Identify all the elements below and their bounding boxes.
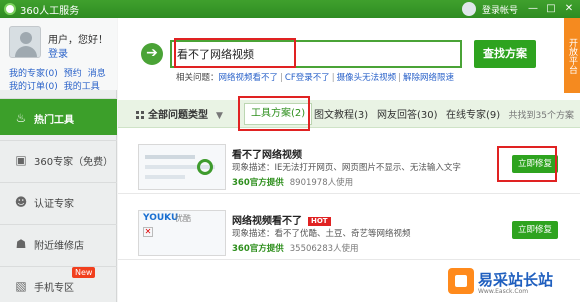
sidebar-item-label: 认证专家: [34, 199, 74, 210]
sidebar-item-label: 手机专区: [34, 283, 74, 294]
store-icon: ☗: [15, 237, 27, 251]
result-title[interactable]: 看不了网络视频: [232, 146, 302, 161]
usage-count: 35506283人使用: [289, 244, 359, 254]
maximize-button[interactable]: □: [544, 2, 558, 16]
results-count: 共找到35个方案: [508, 111, 574, 121]
youku-logo: YOUKU: [143, 213, 179, 223]
app-logo-icon: [4, 3, 16, 15]
new-badge: New: [72, 267, 96, 278]
fix-annotation-box: [497, 146, 557, 182]
watermark-logo-icon: [448, 268, 474, 294]
avatar-body-icon: [15, 46, 37, 57]
tab-bar: 全部问题类型 ▼ 工具方案(2) 图文教程(3) 网友回答(30) 在线专家(9)…: [118, 100, 580, 128]
result-meta: 360官方提供 35506283人使用: [232, 242, 359, 254]
fix-now-button[interactable]: 立即修复: [512, 221, 558, 239]
hot-badge: HOT: [308, 217, 331, 226]
close-button[interactable]: ✕: [562, 2, 576, 16]
sidebar-item-label: 热门工具: [34, 115, 74, 126]
sidebar-item-nearby-repair[interactable]: ☗ 附近维修店: [0, 224, 117, 261]
title-bar: 360人工服务 登录帐号 — □ ✕: [0, 0, 580, 18]
tab-user-answers[interactable]: 网友回答(30): [377, 106, 438, 121]
avatar-head-icon: [20, 32, 32, 44]
user-links-row-1: 我的专家(0) 预约 消息: [9, 66, 112, 79]
search-annotation-box: [174, 38, 296, 68]
watermark-subtext: Www.Easck.Com: [478, 288, 529, 295]
solution-thumbnail: [138, 144, 226, 190]
sidebar-item-certified-expert[interactable]: ☻ 认证专家: [0, 182, 117, 219]
related-link-3[interactable]: 摄像头无法视频: [337, 73, 397, 83]
tab-annotation-box: [238, 96, 310, 131]
fire-icon: ♨: [15, 111, 27, 125]
phone-icon: ▧: [15, 279, 27, 293]
sidebar-item-hot-tools[interactable]: ♨ 热门工具: [0, 98, 117, 135]
sidebar-item-360-expert[interactable]: ▣ 360专家（免费）: [0, 140, 117, 177]
my-experts-link[interactable]: 我的专家(0): [9, 69, 58, 79]
related-link-4[interactable]: 解除网络限速: [403, 73, 454, 83]
messages-link[interactable]: 消息: [88, 69, 106, 79]
list-item: 看不了网络视频 现象描述：IE无法打开网页、网页图片不显示、无法输入文字 360…: [118, 138, 580, 194]
result-description: 现象描述：IE无法打开网页、网页图片不显示、无法输入文字: [232, 163, 461, 173]
login-account-link[interactable]: 登录帐号: [482, 3, 518, 16]
person-icon: ☻: [14, 195, 28, 209]
window-title: 360人工服务: [20, 6, 80, 17]
user-panel: 用户，您好！ 登录 我的专家(0) 预约 消息 我的订单(0) 我的工具: [0, 18, 117, 92]
result-title[interactable]: 网络视频看不了 HOT: [232, 212, 331, 227]
my-orders-link[interactable]: 我的订单(0): [9, 82, 58, 92]
tab-online-experts[interactable]: 在线专家(9): [446, 106, 500, 121]
sidebar-item-mobile-zone[interactable]: ▧ 手机专区 New: [0, 266, 117, 302]
account-avatar-icon[interactable]: [462, 2, 476, 16]
back-arrow-icon[interactable]: ➔: [141, 43, 163, 65]
user-links-row-2: 我的订单(0) 我的工具: [9, 79, 106, 92]
chevron-down-icon: ▼: [216, 111, 223, 121]
open-platform-banner[interactable]: 开放平台: [564, 18, 580, 93]
related-link-2[interactable]: CF登录不了: [285, 73, 330, 83]
solution-thumbnail: YOUKU 优酷 ✕: [138, 210, 226, 256]
avatar[interactable]: [9, 26, 41, 58]
magnifier-icon: [197, 159, 213, 175]
grid-icon: [136, 111, 144, 119]
sidebar: 用户，您好！ 登录 我的专家(0) 预约 消息 我的订单(0) 我的工具 ♨ 热门工具…: [0, 18, 117, 302]
my-tools-link[interactable]: 我的工具: [64, 82, 100, 92]
related-questions: 相关问题：网络视频看不了 | CF登录不了 | 摄像头无法视频 | 解除网络限速: [176, 73, 455, 83]
broken-image-icon: ✕: [143, 227, 153, 237]
related-link-1[interactable]: 网络视频看不了: [219, 73, 279, 83]
sidebar-item-label: 360专家（免费）: [34, 157, 114, 168]
result-meta: 360官方提供 8901978人使用: [232, 176, 353, 188]
related-label: 相关问题：: [176, 73, 219, 83]
sidebar-item-label: 附近维修店: [34, 241, 84, 252]
user-greeting: 用户，您好！: [48, 35, 108, 46]
main-panel: ➔ 查找方案 相关问题：网络视频看不了|CF登录不了|摄像头无法视频|解除网络限…: [118, 18, 580, 302]
appointment-link[interactable]: 预约: [64, 69, 82, 79]
find-solution-button[interactable]: 查找方案: [474, 40, 536, 68]
list-item: YOUKU 优酷 ✕ 网络视频看不了 HOT 现象描述：看不了优酷、土豆、奇艺等网…: [118, 204, 580, 260]
usage-count: 8901978人使用: [289, 178, 354, 188]
provider-label: 360官方提供: [232, 178, 284, 188]
minimize-button[interactable]: —: [526, 2, 540, 16]
result-description: 现象描述：看不了优酷、土豆、奇艺等网络视频: [232, 229, 411, 239]
all-types-dropdown[interactable]: 全部问题类型 ▼: [136, 106, 223, 121]
youku-logo-cn: 优酷: [175, 214, 191, 223]
monitor-icon: ▣: [15, 153, 27, 167]
tab-tutorials[interactable]: 图文教程(3): [314, 106, 368, 121]
login-link[interactable]: 登录: [48, 45, 68, 60]
watermark: 易采站长站 Www.Easck.Com: [446, 264, 578, 300]
watermark-text: 易采站长站: [478, 271, 554, 289]
provider-label: 360官方提供: [232, 244, 284, 254]
